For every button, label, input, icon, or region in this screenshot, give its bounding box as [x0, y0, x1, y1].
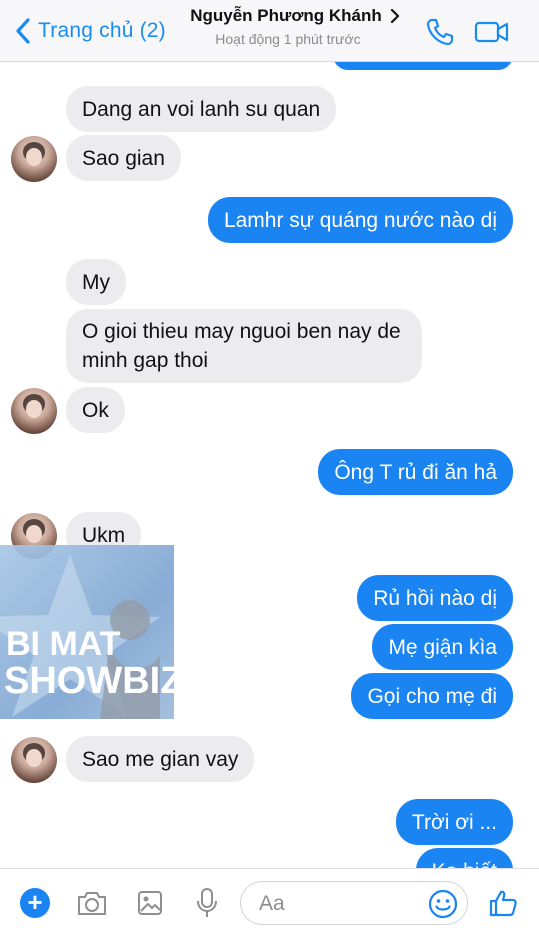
message-bubble[interactable]: O gioi thieu may nguoi ben nay de minh g… [66, 309, 422, 383]
back-button[interactable]: Trang chủ (2) [14, 14, 166, 48]
message-bubble[interactable]: Sao gian [66, 135, 181, 181]
message-input-wrapper[interactable] [240, 881, 468, 925]
contact-avatar[interactable] [11, 737, 57, 783]
chevron-left-icon [16, 18, 30, 44]
camera-button[interactable] [74, 885, 110, 921]
watermark-line1: BI MAT [6, 625, 121, 663]
contact-avatar[interactable] [11, 388, 57, 434]
voice-record-button[interactable] [189, 885, 225, 921]
plus-icon: + [20, 888, 50, 918]
active-status: Hoạt động 1 phút trước [215, 31, 361, 47]
video-camera-icon [474, 21, 509, 43]
message-composer: + [0, 868, 539, 936]
gallery-button[interactable] [132, 885, 168, 921]
image-icon [138, 891, 162, 915]
chevron-right-icon [390, 9, 400, 23]
more-actions-button[interactable]: + [17, 885, 53, 921]
watermark-logo: BI MAT SHOWBIZ [0, 545, 174, 719]
message-bubble-partial[interactable] [333, 62, 513, 70]
like-button[interactable] [485, 885, 521, 921]
message-bubble[interactable]: Mẹ giận kìa [372, 624, 513, 670]
message-bubble[interactable]: Rủ hồi nào dị [357, 575, 513, 621]
message-list[interactable]: Dang an voi lanh su quan Sao gian Lamhr … [0, 62, 539, 868]
emoji-icon[interactable] [427, 888, 459, 920]
video-call-button[interactable] [474, 14, 510, 50]
phone-icon [426, 18, 454, 46]
watermark-line2: SHOWBIZ [4, 660, 174, 702]
conversation-title[interactable]: Nguyễn Phương Khánh Hoạt động 1 phút trư… [170, 6, 420, 47]
back-label: Trang chủ (2) [38, 19, 166, 42]
message-bubble[interactable]: My [66, 259, 126, 305]
chat-header: Trang chủ (2) Nguyễn Phương Khánh Hoạt đ… [0, 0, 539, 62]
contact-name: Nguyễn Phương Khánh [190, 6, 382, 25]
contact-avatar[interactable] [11, 136, 57, 182]
message-bubble[interactable]: Ok [66, 387, 125, 433]
star-silhouette-graphic: BI MAT SHOWBIZ [0, 555, 174, 719]
message-bubble[interactable]: Ông T rủ đi ăn hả [318, 449, 513, 495]
camera-icon [78, 892, 106, 915]
message-bubble[interactable]: Lamhr sự quáng nước nào dị [207, 197, 513, 243]
message-bubble[interactable]: Dang an voi lanh su quan [66, 86, 337, 132]
message-bubble[interactable]: Sao me gian vay [66, 736, 255, 782]
message-input[interactable] [259, 890, 419, 918]
message-bubble[interactable]: Ko biết [415, 848, 513, 868]
message-bubble[interactable]: Gọi cho mẹ đi [351, 673, 513, 719]
message-bubble[interactable]: Trời ơi ... [395, 799, 513, 845]
thumbs-up-icon [489, 890, 517, 917]
microphone-icon [197, 888, 217, 917]
phone-call-button[interactable] [422, 14, 458, 50]
